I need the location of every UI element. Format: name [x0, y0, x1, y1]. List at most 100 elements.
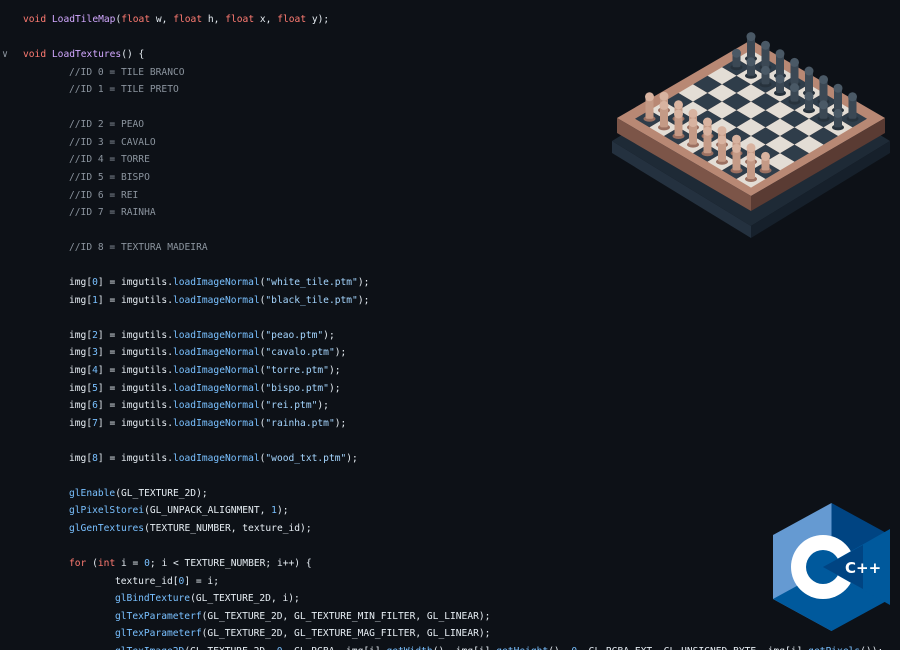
- code-token: i =: [115, 558, 145, 570]
- code-token: img[: [69, 329, 93, 341]
- code-token: (GL_TEXTURE_2D, GL_TEXTURE_MAG_FILTER, G…: [201, 628, 491, 640]
- chevron-down-icon[interactable]: ∨: [2, 46, 12, 64]
- code-token: getHeight: [496, 646, 548, 650]
- code-token: "rei.ptm": [265, 400, 318, 412]
- code-line: img[2] = imgutils.loadImageNormal("peao.…: [69, 327, 335, 345]
- code-token: void: [23, 14, 47, 25]
- code-token: , GL_RGBA_EXT, GL_UNSIGNED_BYTE, img[i].: [577, 646, 808, 650]
- code-line: void LoadTileMap(float w, float h, float…: [23, 11, 329, 29]
- code-token: "black_tile.ptm": [265, 294, 358, 306]
- code-token: void: [23, 49, 47, 61]
- code-token: getPixels: [808, 646, 860, 650]
- code-line: img[1] = imgutils.loadImageNormal("black…: [69, 292, 369, 310]
- code-line: glPixelStorei(GL_UNPACK_ALIGNMENT, 1);: [69, 502, 289, 520]
- cpp-logo-text: C++: [845, 559, 881, 577]
- code-token: ] = imgutils.: [97, 417, 173, 429]
- code-token: );: [276, 505, 289, 517]
- code-line: //ID 8 = TEXTURA MADEIRA: [69, 239, 208, 257]
- code-token: "torre.ptm": [265, 365, 329, 376]
- code-token: img[: [69, 365, 93, 376]
- code-line: //ID 5 = BISPO: [69, 169, 150, 187]
- code-token: (: [86, 558, 98, 570]
- code-token: //ID 5 = BISPO: [69, 171, 150, 183]
- code-line: //ID 3 = CAVALO: [69, 134, 156, 152]
- code-token: );: [334, 417, 347, 429]
- code-line: //ID 4 = TORRE: [69, 151, 150, 169]
- code-token: float: [277, 14, 307, 25]
- code-token: glGenTextures: [69, 522, 145, 534]
- code-token: img[: [69, 277, 93, 289]
- code-token: );: [357, 294, 370, 306]
- code-token: glPixelStorei: [69, 505, 145, 517]
- code-token: loadImageNormal: [172, 365, 260, 376]
- code-token: (GL_TEXTURE_2D);: [115, 487, 208, 499]
- code-token: //ID 1 = TILE PRETO: [69, 84, 179, 96]
- code-token: //ID 3 = CAVALO: [69, 136, 156, 148]
- code-token: //ID 0 = TILE BRANCO: [69, 66, 185, 78]
- code-token: float: [173, 14, 203, 25]
- code-line: for (int i = 0; i < TEXTURE_NUMBER; i++)…: [69, 555, 312, 573]
- code-line: glGenTextures(TEXTURE_NUMBER, texture_id…: [69, 520, 312, 538]
- cpp-logo-icon: C++: [773, 503, 890, 631]
- code-token: (),: [548, 646, 571, 650]
- code-token: "bispo.ptm": [265, 382, 329, 394]
- code-token: () {: [121, 49, 145, 61]
- code-token: );: [323, 329, 335, 341]
- code-line: glTexParameterf(GL_TEXTURE_2D, GL_TEXTUR…: [115, 625, 490, 643]
- code-token: );: [328, 365, 341, 376]
- code-line: glTexImage2D(GL_TEXTURE_2D, 0, GL_RGBA, …: [115, 643, 883, 650]
- code-token: loadImageNormal: [172, 329, 260, 341]
- code-line: glTexParameterf(GL_TEXTURE_2D, GL_TEXTUR…: [115, 608, 490, 626]
- code-line: //ID 6 = REI: [69, 187, 138, 205]
- code-token: ] = imgutils.: [97, 452, 173, 464]
- code-token: ] = imgutils.: [97, 277, 173, 289]
- code-token: //ID 4 = TORRE: [69, 154, 150, 166]
- code-line: img[8] = imgutils.loadImageNormal("wood_…: [69, 450, 358, 468]
- code-token: x,: [254, 14, 278, 25]
- code-token: LoadTileMap: [51, 14, 116, 25]
- code-line: img[5] = imgutils.loadImageNormal("bispo…: [69, 380, 341, 398]
- code-token: (GL_TEXTURE_2D,: [184, 646, 276, 650]
- code-token: loadImageNormal: [172, 382, 260, 394]
- code-token: loadImageNormal: [172, 400, 260, 412]
- code-line: //ID 1 = TILE PRETO: [69, 81, 179, 99]
- code-token: glTexParameterf: [115, 610, 202, 622]
- code-token: h,: [202, 14, 226, 25]
- code-token: ] = imgutils.: [97, 347, 173, 359]
- code-token: //ID 8 = TEXTURA MADEIRA: [69, 242, 208, 254]
- code-token: (TEXTURE_NUMBER, texture_id);: [144, 522, 312, 534]
- code-token: loadImageNormal: [172, 417, 260, 429]
- code-token: //ID 2 = PEAO: [69, 119, 145, 131]
- code-token: img[: [69, 294, 93, 306]
- code-line: img[7] = imgutils.loadImageNormal("rainh…: [69, 415, 346, 433]
- code-token: img[: [69, 382, 93, 394]
- code-token: ] = imgutils.: [97, 400, 173, 412]
- code-token: ; i < TEXTURE_NUMBER; i++) {: [149, 558, 312, 570]
- code-token: img[: [69, 347, 93, 359]
- code-token: ] = imgutils.: [97, 294, 173, 306]
- code-token: float: [121, 14, 151, 25]
- code-line: img[6] = imgutils.loadImageNormal("rei.p…: [69, 397, 329, 415]
- code-token: for: [69, 558, 87, 570]
- code-token: ] = imgutils.: [97, 365, 173, 376]
- code-token: y);: [306, 14, 330, 25]
- code-token: , GL_RGBA, img[i].: [283, 646, 387, 650]
- code-line: //ID 0 = TILE BRANCO: [69, 64, 185, 82]
- code-token: "peao.ptm": [265, 329, 324, 341]
- code-token: loadImageNormal: [172, 452, 260, 464]
- code-token: getWidth: [386, 646, 432, 650]
- code-line: //ID 2 = PEAO: [69, 116, 144, 134]
- code-token: //ID 6 = REI: [69, 189, 139, 201]
- code-token: loadImageNormal: [172, 277, 260, 289]
- code-token: ] = imgutils.: [97, 382, 173, 394]
- code-token: "white_tile.ptm": [265, 277, 358, 289]
- code-token: LoadTextures: [51, 49, 122, 61]
- code-token: //ID 7 = RAINHA: [69, 207, 156, 219]
- code-token: glTexParameterf: [115, 628, 202, 640]
- code-token: glTexImage2D: [115, 646, 184, 650]
- code-token: "wood_txt.ptm": [265, 452, 347, 464]
- code-line: texture_id[0] = i;: [115, 573, 219, 591]
- code-token: );: [346, 452, 358, 464]
- chess-board-illustration: [612, 32, 890, 238]
- code-line: //ID 7 = RAINHA: [69, 204, 156, 222]
